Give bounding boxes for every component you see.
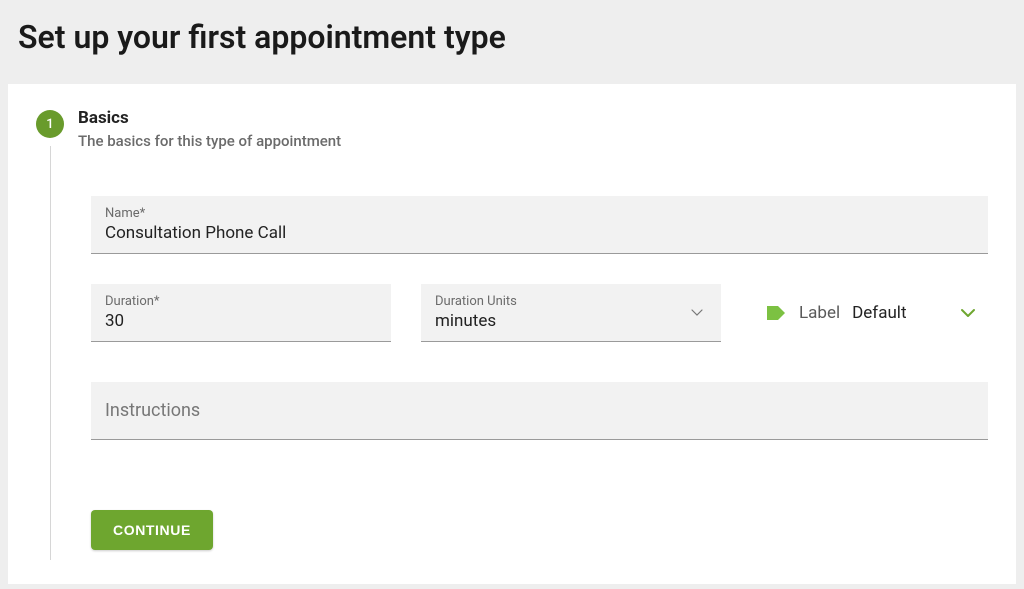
- tag-icon: [765, 304, 787, 322]
- duration-input[interactable]: [105, 311, 377, 331]
- page-title: Set up your first appointment type: [18, 18, 1006, 56]
- label-select-field[interactable]: Label Default: [751, 284, 986, 342]
- duration-label: Duration*: [105, 294, 377, 309]
- continue-button[interactable]: CONTINUE: [91, 510, 213, 550]
- label-select-label: Label: [799, 303, 840, 323]
- duration-units-value: minutes: [435, 311, 517, 331]
- duration-field[interactable]: Duration*: [91, 284, 391, 342]
- name-field[interactable]: Name*: [91, 196, 988, 254]
- chevron-down-icon: [960, 308, 976, 318]
- name-label: Name*: [105, 206, 974, 221]
- step-number-badge: 1: [36, 110, 64, 138]
- dropdown-caret-icon: [691, 306, 703, 320]
- name-input[interactable]: [105, 223, 974, 243]
- duration-units-label: Duration Units: [435, 294, 517, 309]
- label-select-value: Default: [852, 303, 906, 323]
- setup-card: 1 Basics The basics for this type of app…: [8, 84, 1016, 584]
- duration-units-field[interactable]: Duration Units minutes: [421, 284, 721, 342]
- step-subtitle: The basics for this type of appointment: [78, 132, 341, 150]
- instructions-field[interactable]: [91, 382, 988, 440]
- step-title: Basics: [78, 108, 341, 128]
- instructions-input[interactable]: [105, 400, 974, 421]
